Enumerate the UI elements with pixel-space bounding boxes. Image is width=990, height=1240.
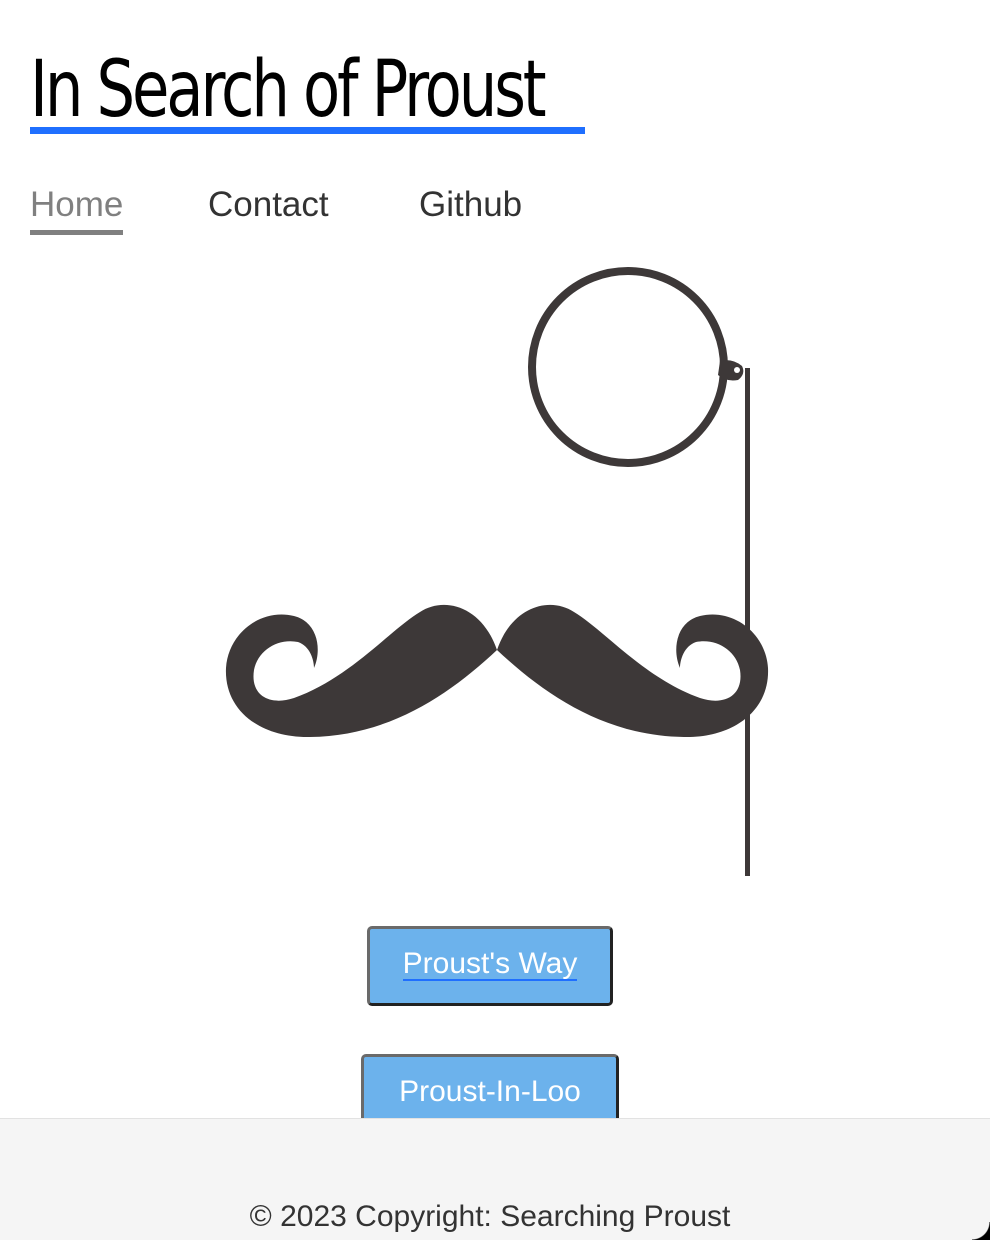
nav-item-github[interactable]: Github <box>419 180 522 230</box>
window-corner <box>972 1222 990 1240</box>
title-link-underline <box>30 127 585 134</box>
monocle-lens-icon <box>528 267 728 467</box>
footer-copyright: © 2023 Copyright: Searching Proust <box>249 1200 731 1233</box>
nav-item-contact[interactable]: Contact <box>208 180 329 230</box>
page-footer: © 2023 Copyright: Searching Proust <box>0 1118 990 1240</box>
mustache-right-icon <box>497 604 769 738</box>
monocle-mustache-icon <box>225 267 769 876</box>
nav-item-home[interactable]: Home <box>30 180 124 235</box>
site-title-link[interactable]: In Search of Proust <box>30 40 547 140</box>
proust-way-button[interactable]: Proust's Way <box>367 926 613 1006</box>
monocle-handle-icon <box>745 368 750 876</box>
proust-way-link[interactable]: Proust's Way <box>402 949 578 981</box>
mustache-left-icon <box>225 604 498 738</box>
